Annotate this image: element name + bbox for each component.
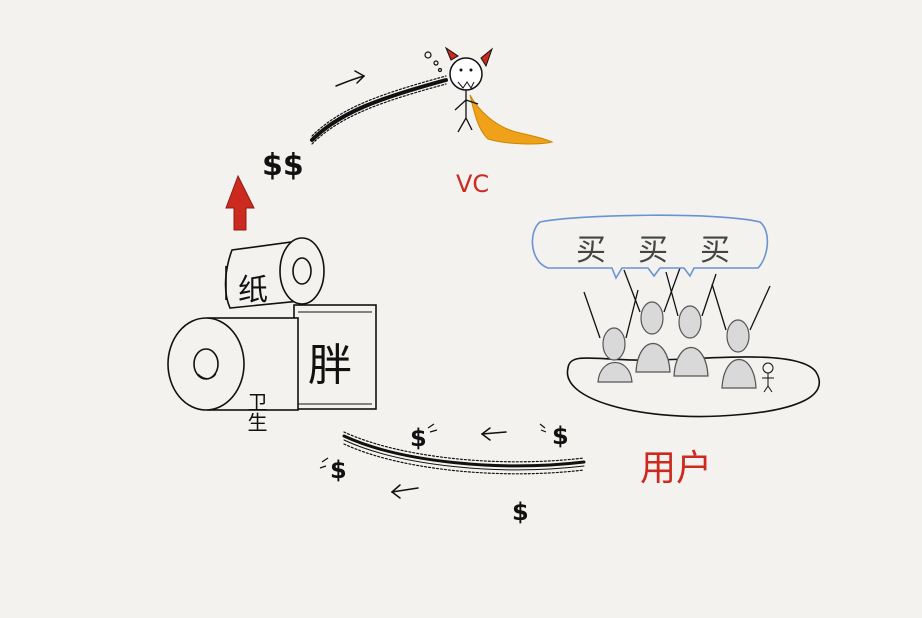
speech-bubble: 买 买 买 — [531, 214, 769, 280]
dollar-1: $ — [410, 424, 427, 452]
dollar-4: $ — [512, 498, 529, 526]
arrow-left-icon-2 — [390, 484, 419, 499]
dollar-2: $ — [552, 422, 569, 450]
roll-right-label: 胖 — [308, 340, 352, 391]
top-money-track — [310, 75, 448, 145]
users-label: 用户 — [640, 448, 712, 489]
speech-text-3: 买 — [700, 233, 730, 268]
crowd-icon — [566, 267, 821, 418]
roll-front-label: 卫生 — [244, 392, 268, 432]
roll-top-label: 纸 — [238, 273, 268, 308]
speech-text-2: 买 — [638, 233, 668, 268]
red-arrow-icon — [225, 174, 255, 231]
dollar-3: $ — [330, 456, 347, 484]
vc-label: VC — [456, 170, 489, 198]
money-top-label: $$ — [262, 148, 304, 183]
sketch-canvas: $$ VC 纸 卫生 胖 买 买 买 用户 $ $ $ $ — [0, 0, 922, 618]
arrow-right-icon — [335, 70, 366, 87]
bottom-money-track — [342, 431, 586, 475]
arrow-left-icon — [480, 427, 507, 441]
speech-text-1: 买 — [576, 233, 606, 268]
sketch-drawing: $$ VC 纸 卫生 胖 买 买 买 用户 $ $ $ $ — [167, 46, 821, 526]
devil-vc-icon — [424, 46, 554, 145]
